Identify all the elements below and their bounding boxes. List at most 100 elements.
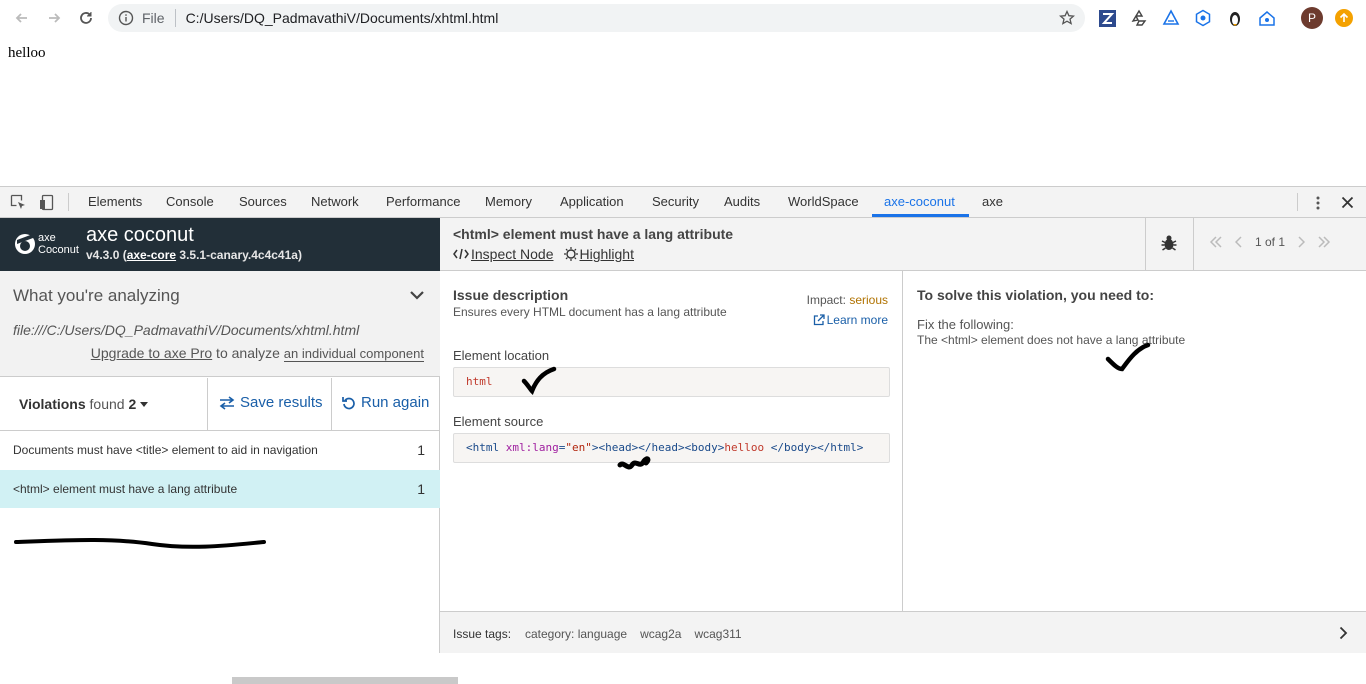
highlight-link[interactable]: Highlight [563,246,634,262]
header-separator [1193,218,1194,271]
tab-axe[interactable]: axe [982,187,1003,217]
penguin-extension[interactable] [1225,8,1245,28]
element-location-label: Element location [453,348,550,363]
header-separator [1145,218,1146,271]
version-info: v4.3.0 (axe-core 3.5.1-canary.4c4c41a) [86,248,302,262]
source-attr-value: "en" [565,441,592,454]
violation-item[interactable]: Documents must have <title> element to a… [0,431,440,469]
violation-count: 1 [417,442,425,458]
bug-icon[interactable] [1160,234,1178,252]
result-pager: 1 of 1 [1209,235,1331,249]
star-icon[interactable] [1059,10,1075,26]
next-page-icon[interactable] [1297,236,1306,248]
element-location-code[interactable]: html [453,367,890,397]
chevron-down-icon[interactable] [409,290,425,300]
sun-icon [563,247,578,261]
kebab-menu-icon[interactable] [1310,195,1326,211]
profile-avatar[interactable]: P [1301,7,1323,29]
solve-section: To solve this violation, you need to: Fi… [904,271,1366,611]
violations-count: 2 [128,396,137,412]
triangle-extension[interactable] [1161,8,1181,28]
devtools-tabbar: Elements Console Sources Network Perform… [0,187,1366,218]
learn-more-label: Learn more [826,313,888,327]
url-scheme: File [142,10,165,26]
arrow-right-icon [49,13,61,23]
violations-found-text: found [85,396,129,412]
tab-console[interactable]: Console [166,187,214,217]
analyzing-title: What you're analyzing [13,286,180,305]
run-again-button[interactable]: Run again [342,394,429,411]
element-source-code[interactable]: <html xml:lang="en"><head></head><body>h… [453,433,890,463]
last-page-icon[interactable] [1317,236,1331,248]
element-source-label: Element source [453,414,544,429]
hexagon-extension[interactable] [1193,8,1213,28]
core-version-text: 3.5.1-canary.4c4c41a) [176,248,302,262]
tab-elements[interactable]: Elements [88,187,142,217]
tab-network[interactable]: Network [311,187,359,217]
update-button[interactable] [1335,9,1353,27]
issue-heading: Issue description [453,287,569,303]
tab-worldspace[interactable]: WorldSpace [788,187,859,217]
source-attr-name: xml:lang [499,441,559,454]
source-html-close: </html> [817,441,864,454]
toolbar-separator [331,378,332,431]
tab-audits[interactable]: Audits [724,187,760,217]
source-body-text: helloo [724,441,771,454]
impact-label: Impact: serious [807,293,888,307]
tab-sources[interactable]: Sources [239,187,287,217]
address-bar[interactable]: File C:/Users/DQ_PadmavathiV/Documents/x… [108,4,1085,32]
violation-item-selected[interactable]: <html> element must have a lang attribut… [0,470,440,508]
component-link[interactable]: an individual component [283,346,424,362]
highlight-label: Highlight [579,246,634,262]
swap-arrows-icon [219,395,235,410]
impact-prefix: Impact: [806,293,850,307]
zotero-extension[interactable] [1097,8,1117,28]
tab-memory[interactable]: Memory [485,187,532,217]
prev-page-icon[interactable] [1235,236,1243,248]
active-tab-indicator [872,214,969,217]
page-body-text: helloo [8,45,46,61]
back-button[interactable] [6,2,38,34]
source-body-open: <body> [684,441,725,454]
save-results-button[interactable]: Save results [219,394,323,411]
brand-coconut-text: Coconut [38,244,79,256]
reload-button[interactable] [70,2,102,34]
tab-security[interactable]: Security [652,187,699,217]
url-text[interactable]: C:/Users/DQ_PadmavathiV/Documents/xhtml.… [186,10,499,26]
inspect-node-link[interactable]: Inspect Node [453,246,554,262]
first-page-icon[interactable] [1209,236,1223,248]
close-icon[interactable] [1341,196,1354,209]
hand-drawn-checkmark [521,366,557,396]
info-icon[interactable] [118,10,134,26]
issue-tag: wcag311 [694,627,742,641]
detail-header: <html> element must have a lang attribut… [440,218,1366,271]
external-link-icon [813,314,825,326]
app-title: axe coconut [86,224,194,246]
toolbar-separator [207,378,208,431]
violation-count: 1 [417,481,425,497]
violations-label: Violations [19,396,86,412]
horizontal-scrollbar[interactable] [232,677,458,684]
fix-label: Fix the following: [917,317,1014,332]
axe-core-link[interactable]: axe-core [127,248,176,262]
recycle-extension[interactable] [1129,8,1149,28]
penguin-icon [1230,12,1240,26]
tab-performance[interactable]: Performance [386,187,460,217]
hand-drawn-underline [14,538,266,549]
caret-down-icon [140,402,149,408]
inspect-element-icon[interactable] [10,194,27,211]
omnibox-separator [174,9,176,27]
issue-tags-label: Issue tags: [453,627,512,641]
device-toolbar-icon[interactable] [39,194,56,211]
tab-application[interactable]: Application [560,187,624,217]
toolbar-divider [68,193,69,211]
home-extension[interactable] [1257,8,1277,28]
upgrade-link[interactable]: Upgrade to axe Pro [91,345,212,361]
forward-button[interactable] [38,2,70,34]
tab-axe-coconut[interactable]: axe-coconut [884,187,955,217]
reload-icon [80,12,92,24]
chevron-right-icon[interactable] [1339,626,1348,640]
upgrade-message: Upgrade to axe Pro to analyze an individ… [91,345,424,362]
learn-more-link[interactable]: Learn more [813,313,888,327]
violations-filter-dropdown[interactable]: Violations found 2 [19,396,149,412]
